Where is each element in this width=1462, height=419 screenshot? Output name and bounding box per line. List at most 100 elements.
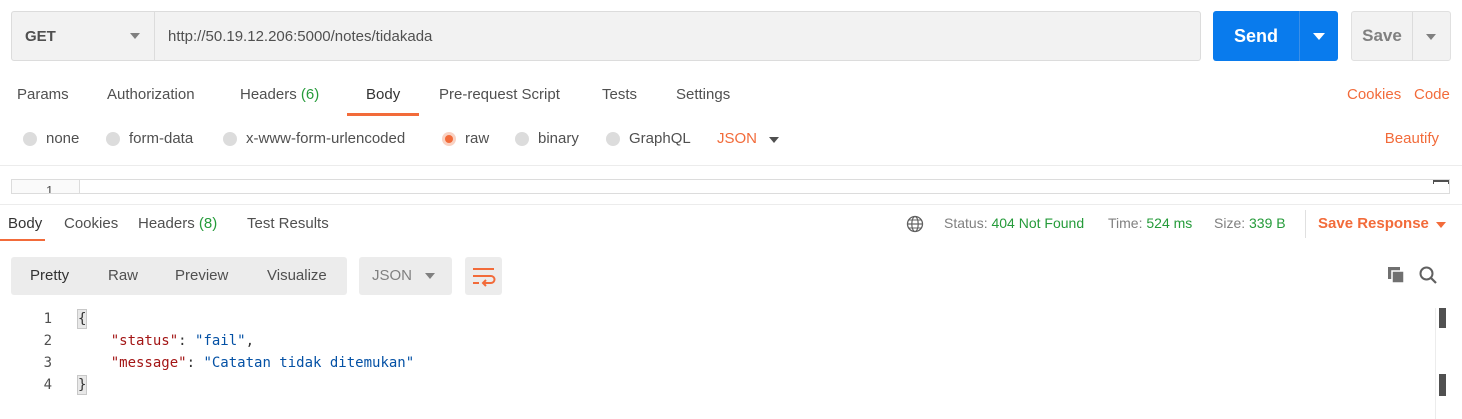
chevron-down-icon — [130, 33, 140, 39]
code-line: 2 "status": "fail", — [0, 330, 1440, 352]
tab-body[interactable]: Body — [366, 86, 400, 103]
size-info: Size: 339 B — [1214, 215, 1286, 231]
status-label: Status: — [944, 215, 988, 231]
json-value: "fail" — [195, 333, 246, 349]
response-view-options: Pretty Raw Preview Visualize — [11, 257, 347, 295]
url-text: http://50.19.12.206:5000/notes/tidakada — [168, 27, 433, 45]
open-brace: { — [77, 309, 88, 329]
active-tab-indicator — [0, 239, 45, 241]
radio-label: x-www-form-urlencoded — [246, 130, 406, 147]
radio-label: raw — [465, 130, 490, 147]
code-link[interactable]: Code — [1414, 86, 1450, 103]
url-input[interactable]: http://50.19.12.206:5000/notes/tidakada — [155, 12, 1200, 60]
view-visualize[interactable]: Visualize — [267, 267, 327, 284]
chevron-down-icon[interactable] — [1436, 222, 1446, 228]
json-key: "status" — [110, 333, 179, 349]
radio-label: none — [46, 130, 80, 147]
tab-settings[interactable]: Settings — [676, 86, 730, 103]
resp-tab-headers[interactable]: Headers (8) — [138, 215, 217, 232]
radio-form-data[interactable]: form-data — [106, 130, 193, 147]
radio-button[interactable] — [23, 131, 37, 146]
line-text: { — [77, 308, 88, 330]
radio-button[interactable] — [606, 131, 620, 146]
tab-tests[interactable]: Tests — [602, 86, 637, 103]
beautify-link[interactable]: Beautify — [1385, 130, 1439, 147]
send-button[interactable]: Send — [1213, 11, 1338, 61]
radio-button[interactable] — [106, 131, 120, 146]
save-label: Save — [1352, 12, 1413, 60]
size-label: Size: — [1214, 215, 1246, 231]
time-value[interactable]: 524 ms — [1146, 215, 1192, 231]
save-button[interactable]: Save — [1351, 11, 1451, 61]
radio-urlencoded[interactable]: x-www-form-urlencoded — [223, 130, 405, 147]
tab-headers-label: Headers — [240, 86, 297, 103]
radio-label: form-data — [129, 130, 194, 147]
wrap-lines-button[interactable] — [465, 257, 502, 295]
line-text: "status": "fail", — [110, 333, 255, 349]
headers-count-badge: (6) — [300, 86, 320, 103]
status-value[interactable]: 404 Not Found — [991, 215, 1084, 231]
radio-button-checked[interactable] — [442, 131, 456, 146]
divider — [0, 165, 1462, 166]
json-key: "message" — [110, 355, 187, 371]
response-body-viewer[interactable]: 1 { 2 "status": "fail", 3 "message": "Ca… — [0, 308, 1440, 419]
line-number: 4 — [43, 377, 52, 393]
code-line: 3 "message": "Catatan tidak ditemukan" — [0, 352, 1440, 374]
radio-button[interactable] — [515, 131, 529, 146]
active-tab-indicator — [347, 113, 419, 116]
resp-tab-headers-label: Headers — [138, 215, 195, 232]
size-value[interactable]: 339 B — [1249, 215, 1286, 231]
editor-scrollbar[interactable] — [1433, 180, 1449, 184]
scrollbar-marker[interactable] — [1439, 308, 1446, 328]
view-pretty[interactable]: Pretty — [30, 267, 69, 284]
tab-headers[interactable]: Headers (6) — [240, 86, 319, 103]
json-value: "Catatan tidak ditemukan" — [203, 355, 415, 371]
tab-pre-request-script[interactable]: Pre-request Script — [439, 86, 560, 103]
code-line: 4 } — [0, 374, 1440, 396]
chevron-down-icon — [1313, 33, 1325, 40]
time-label: Time: — [1108, 215, 1143, 231]
tab-params[interactable]: Params — [17, 86, 69, 103]
view-preview[interactable]: Preview — [175, 267, 228, 284]
format-label: JSON — [372, 267, 413, 284]
globe-icon[interactable] — [906, 215, 924, 233]
save-response-button[interactable]: Save Response — [1318, 215, 1429, 232]
line-number: 3 — [43, 355, 52, 371]
close-brace: } — [77, 375, 88, 395]
search-icon[interactable] — [1418, 265, 1438, 285]
content-type-select[interactable]: JSON — [717, 130, 757, 147]
send-options-button[interactable] — [1300, 11, 1338, 61]
request-body-editor[interactable]: 1 — [11, 179, 1450, 194]
chevron-down-icon[interactable] — [769, 137, 779, 143]
time-info: Time: 524 ms — [1108, 215, 1192, 231]
editor-gutter: 1 — [12, 180, 80, 193]
resp-tab-test-results[interactable]: Test Results — [247, 215, 329, 232]
line-number: 1 — [43, 311, 52, 327]
resp-tab-cookies[interactable]: Cookies — [64, 215, 118, 232]
chevron-down-icon — [425, 273, 435, 279]
radio-graphql[interactable]: GraphQL — [606, 130, 691, 147]
radio-label: binary — [538, 130, 579, 147]
response-format-select[interactable]: JSON — [359, 257, 452, 295]
cookies-link[interactable]: Cookies — [1347, 86, 1401, 103]
view-raw[interactable]: Raw — [108, 267, 138, 284]
scrollbar-track[interactable] — [1435, 308, 1436, 419]
radio-label: GraphQL — [629, 130, 691, 147]
wrap-lines-icon — [473, 268, 496, 287]
status-info: Status: 404 Not Found — [944, 215, 1084, 231]
tab-authorization[interactable]: Authorization — [107, 86, 195, 103]
radio-binary[interactable]: binary — [515, 130, 579, 147]
method-select[interactable]: GET — [12, 12, 155, 60]
scrollbar-thumb[interactable] — [1439, 374, 1446, 396]
copy-icon[interactable] — [1386, 265, 1406, 285]
radio-none[interactable]: none — [23, 130, 79, 147]
save-options-button[interactable] — [1413, 12, 1450, 60]
divider — [0, 204, 1462, 205]
line-number: 2 — [43, 333, 52, 349]
radio-button[interactable] — [223, 131, 237, 146]
chevron-down-icon — [1426, 34, 1436, 40]
request-tabs: Params Authorization Headers (6) Body Pr… — [0, 80, 1462, 116]
resp-tab-body[interactable]: Body — [8, 215, 42, 232]
radio-raw[interactable]: raw — [442, 130, 489, 147]
body-type-selector: none form-data x-www-form-urlencoded raw… — [0, 128, 1462, 152]
